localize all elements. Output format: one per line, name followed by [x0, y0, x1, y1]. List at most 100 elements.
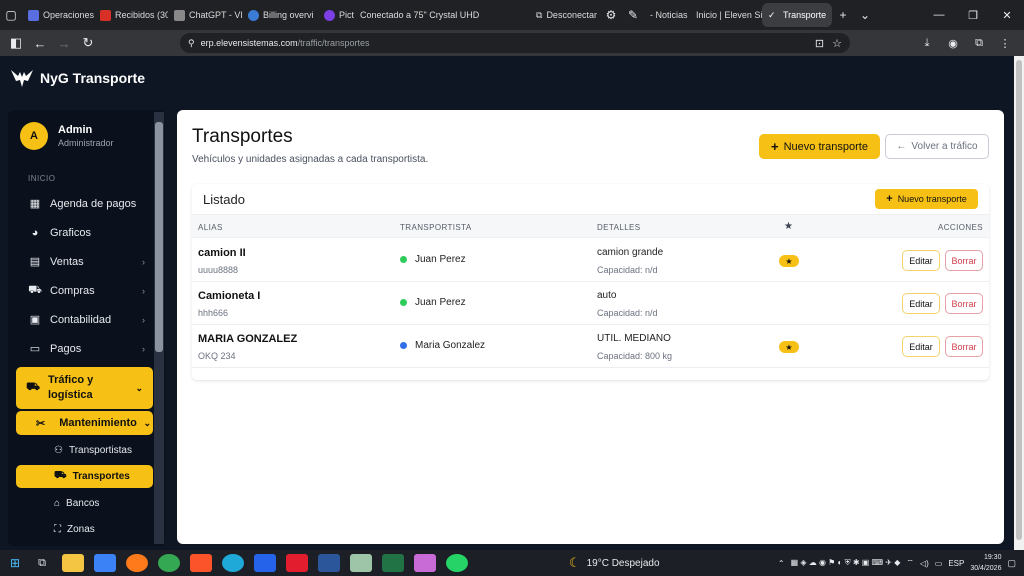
- star-badge-icon[interactable]: ★: [779, 341, 799, 353]
- wifi-icon[interactable]: ⌔: [906, 558, 914, 568]
- notepad-icon[interactable]: [349, 554, 372, 572]
- menu-dots-icon[interactable]: ⋮: [994, 37, 1016, 50]
- new-tab-icon[interactable]: +: [832, 8, 854, 22]
- sidebar-item-compras[interactable]: ⛟ Compras ›: [8, 276, 165, 305]
- tray-apps-icon[interactable]: ▦ ◈ ☁ ◉ ⚑ ◐ ⛨ ✱ ▣ ⌨ ✈ ◆: [791, 558, 901, 568]
- delete-button[interactable]: Borrar: [945, 336, 983, 357]
- minimize-icon[interactable]: —: [922, 9, 956, 22]
- cast-icon: ⧉: [536, 9, 543, 20]
- site-info-icon[interactable]: ⚲: [188, 38, 195, 49]
- windows-start-icon[interactable]: ⊞: [10, 556, 20, 570]
- sidebar-item-ventas[interactable]: ▤ Ventas ›: [8, 247, 165, 276]
- page-scrollbar[interactable]: [1014, 56, 1024, 550]
- tab-actions-icon[interactable]: ▢: [0, 8, 22, 22]
- battery-icon[interactable]: ▭: [935, 559, 943, 568]
- edit-button[interactable]: Editar: [902, 250, 940, 271]
- extensions-icon[interactable]: ⧉: [968, 37, 990, 50]
- row-capacity: Capacidad: 800 kg: [597, 351, 673, 361]
- back-to-traffic-button[interactable]: ← Volver a tráfico: [885, 134, 989, 159]
- sidebar-item-transportes[interactable]: ⛟ Transportes: [16, 465, 153, 488]
- row-alias: MARIA GONZALEZ: [198, 333, 298, 345]
- paint-icon[interactable]: [413, 554, 436, 572]
- brave-icon[interactable]: [189, 554, 212, 572]
- edit-button[interactable]: Editar: [902, 336, 940, 357]
- sidebar-scrollbar[interactable]: [154, 112, 164, 544]
- sidebar-item-graficos[interactable]: ◕ Graficos: [8, 218, 165, 247]
- tray-chevron-up-icon[interactable]: ⌃: [778, 559, 785, 568]
- file-explorer-icon[interactable]: [61, 554, 84, 572]
- sidebar-item-label: Agenda de pagos: [50, 197, 137, 210]
- button-label: Volver a tráfico: [911, 141, 978, 152]
- chrome-icon[interactable]: [157, 554, 180, 572]
- chevron-down-icon[interactable]: ⌄: [854, 8, 876, 22]
- task-view-icon[interactable]: ⧉: [38, 557, 46, 570]
- sidebar-toggle-icon[interactable]: ◧: [4, 35, 28, 51]
- language-indicator[interactable]: ESP: [948, 559, 964, 568]
- sidebar-item-zonas[interactable]: ⛶ Zonas: [8, 516, 165, 542]
- whatsapp-icon[interactable]: [445, 554, 468, 572]
- excel-icon[interactable]: [381, 554, 404, 572]
- download-icon[interactable]: ⤓: [916, 37, 938, 50]
- browser-tab-gmail[interactable]: Recibidos (30: [94, 3, 168, 27]
- browser-tab-eleven[interactable]: Inicio | Eleven Si: [690, 3, 762, 27]
- sidebar-item-contabilidad[interactable]: ▣ Contabilidad ›: [8, 305, 165, 334]
- browser-tab-noticias[interactable]: - Noticias: [644, 3, 690, 27]
- word-icon[interactable]: [317, 554, 340, 572]
- browser-tab-chatgpt[interactable]: ChatGPT - VI: [168, 3, 242, 27]
- clock-date: 30/4/2026: [970, 565, 1002, 572]
- acrobat-icon[interactable]: [285, 554, 308, 572]
- pin-icon[interactable]: ✎: [622, 8, 644, 22]
- column-header-details[interactable]: DETALLES: [597, 223, 641, 232]
- sidebar-item-trafico-logistica[interactable]: ⛟ Tráfico y logística ⌄: [16, 367, 153, 409]
- tab-label: Operaciones: [43, 10, 94, 20]
- install-app-icon[interactable]: ⊡: [815, 37, 824, 50]
- sidebar-item-bancos[interactable]: ⌂ Bancos: [8, 490, 165, 516]
- browser-tab-billing[interactable]: Billing overvi: [242, 3, 318, 27]
- sidebar-item-mantenimiento[interactable]: ✂ Mantenimiento ⌄: [16, 411, 153, 435]
- row-carrier: Juan Perez: [400, 254, 466, 265]
- new-transport-button[interactable]: + Nuevo transporte: [759, 134, 880, 159]
- label-line-1: Tráfico y: [48, 374, 94, 386]
- column-header-alias[interactable]: ALIAS: [198, 223, 223, 232]
- star-badge-icon[interactable]: ★: [779, 255, 799, 267]
- page-scrollbar-thumb[interactable]: [1016, 60, 1022, 540]
- settings-gear-icon[interactable]: ⚙: [600, 8, 622, 22]
- back-arrow-icon[interactable]: ←: [28, 36, 52, 51]
- close-window-icon[interactable]: ✕: [990, 9, 1024, 22]
- arc-icon[interactable]: [253, 554, 276, 572]
- new-transport-card-button[interactable]: + Nuevo transporte: [875, 189, 978, 209]
- weather-widget[interactable]: ☾ 19°C Despejado: [569, 555, 660, 571]
- browser-tab-transportes[interactable]: ✓ Transporte ✕: [762, 3, 832, 27]
- delete-button[interactable]: Borrar: [945, 250, 983, 271]
- row-detail: auto: [597, 290, 617, 301]
- firefox-icon[interactable]: [125, 554, 148, 572]
- profile-icon[interactable]: ◉: [942, 37, 964, 50]
- sidebar-scrollbar-thumb[interactable]: [155, 122, 163, 352]
- column-header-carrier[interactable]: TRANSPORTISTA: [400, 223, 472, 232]
- forward-arrow-icon[interactable]: →: [52, 36, 76, 51]
- browser-tab-picte[interactable]: Picte: [318, 3, 354, 27]
- sidebar-user[interactable]: A Admin Administrador: [8, 110, 165, 162]
- bookmark-star-icon[interactable]: ☆: [832, 37, 842, 50]
- sidebar-item-pagos[interactable]: ▭ Pagos ›: [8, 334, 165, 363]
- edge-icon[interactable]: [221, 554, 244, 572]
- column-header-star-icon[interactable]: ★: [784, 221, 793, 232]
- browser-tab-bar: ▢ Operaciones Recibidos (30 ChatGPT - VI…: [0, 0, 1024, 30]
- notifications-icon[interactable]: ▢: [1007, 558, 1016, 569]
- restore-icon[interactable]: ❐: [956, 9, 990, 22]
- sidebar-item-transportistas[interactable]: ⚇ Transportistas: [8, 437, 165, 463]
- carrier-name: Maria Gonzalez: [415, 340, 486, 351]
- store-app-icon[interactable]: [93, 554, 116, 572]
- edit-button[interactable]: Editar: [902, 293, 940, 314]
- browser-tab-operaciones[interactable]: Operaciones: [22, 3, 94, 27]
- billing-icon: [248, 9, 259, 21]
- delete-button[interactable]: Borrar: [945, 293, 983, 314]
- url-input[interactable]: ⚲ erp.elevensistemas.com/traffic/transpo…: [180, 33, 850, 53]
- reload-icon[interactable]: ↻: [76, 35, 100, 51]
- cast-disconnect[interactable]: ⧉ Desconectar: [530, 3, 600, 27]
- sidebar-item-agenda-pagos[interactable]: ▦ Agenda de pagos: [8, 189, 165, 218]
- clock[interactable]: 19:30 30/4/2026: [970, 552, 1001, 574]
- carrier-name: Juan Perez: [415, 297, 466, 308]
- row-carrier: Juan Perez: [400, 297, 466, 308]
- speaker-icon[interactable]: ◁): [920, 559, 929, 568]
